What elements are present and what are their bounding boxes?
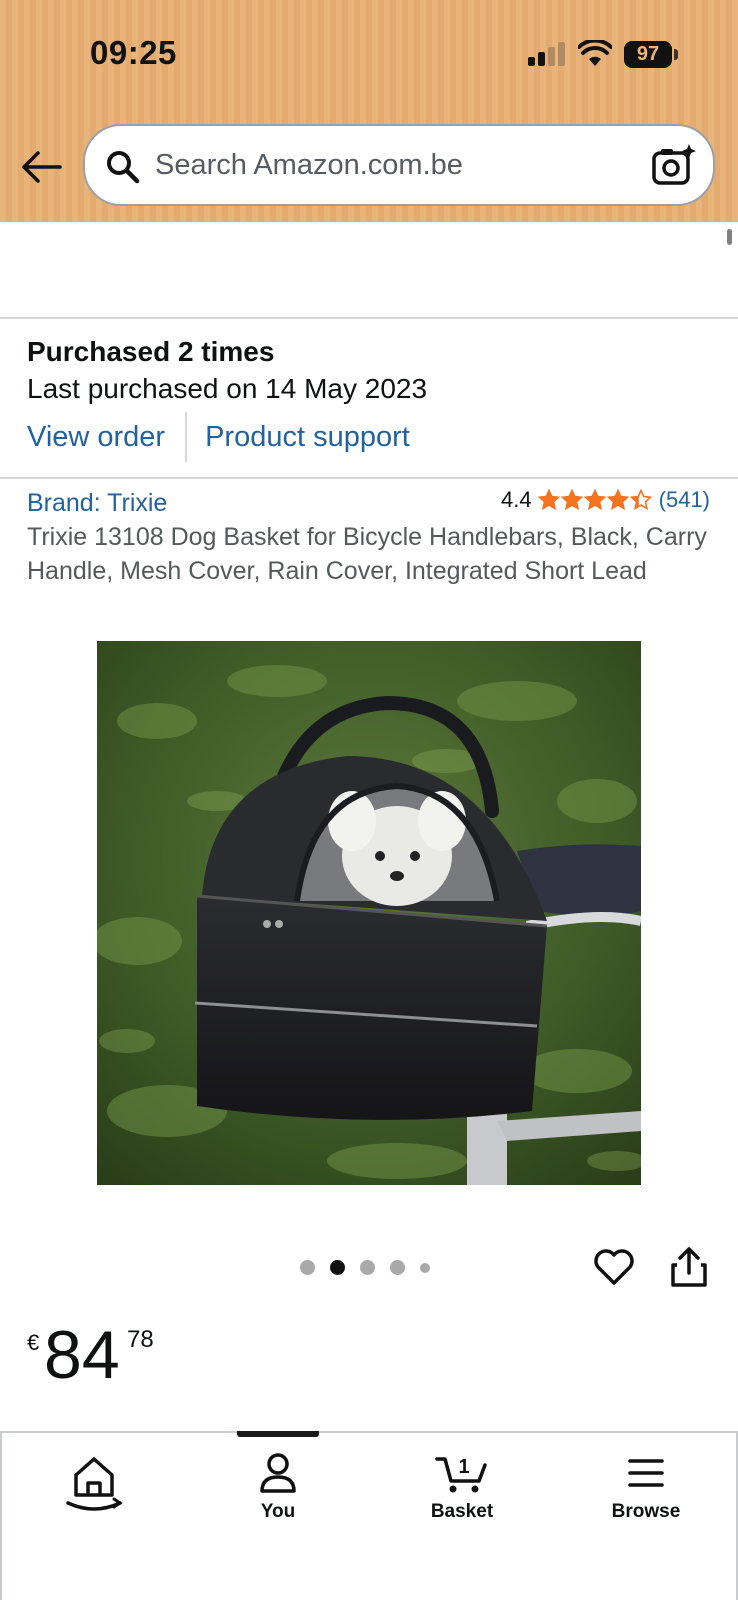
cellular-signal-icon <box>528 42 566 66</box>
purchase-links: View order Product support <box>27 412 410 462</box>
product-title: Trixie 13108 Dog Basket for Bicycle Hand… <box>27 523 707 585</box>
home-icon <box>66 1457 123 1511</box>
star-full-icon <box>583 489 606 511</box>
last-purchased-date: Last purchased on 14 May 2023 <box>27 373 428 404</box>
status-time: 09:25 <box>90 34 177 71</box>
product-support-link[interactable]: Product support <box>205 421 410 454</box>
wifi-icon <box>578 40 612 66</box>
star-rating <box>537 489 653 511</box>
carousel-dot[interactable] <box>360 1260 375 1275</box>
carousel-dot[interactable] <box>330 1260 345 1275</box>
carousel-dot[interactable] <box>420 1262 430 1273</box>
cart-badge: 1 <box>458 1456 469 1478</box>
nav-you-label: You <box>260 1501 296 1522</box>
nav-browse[interactable]: Browse <box>554 1451 738 1551</box>
carousel-dot[interactable] <box>390 1260 405 1275</box>
divider <box>0 477 738 479</box>
nav-basket[interactable]: 1 Basket <box>370 1451 554 1551</box>
search-bar[interactable] <box>83 124 715 206</box>
menu-icon <box>628 1459 664 1487</box>
brand-link[interactable]: Brand: Trixie <box>27 489 167 518</box>
nav-you[interactable]: You <box>186 1451 370 1551</box>
star-full-icon <box>537 489 560 511</box>
header: 09:25 97 <box>0 0 738 222</box>
back-arrow-icon[interactable] <box>20 145 64 189</box>
rating-value: 4.4 <box>501 487 532 512</box>
star-full-icon <box>606 489 629 511</box>
cart-icon: 1 <box>435 1456 487 1493</box>
nav-home[interactable] <box>2 1451 186 1551</box>
active-tab-indicator <box>237 1431 319 1437</box>
search-input[interactable] <box>155 142 625 188</box>
bottom-navigation: You 1 Basket Browse <box>0 1431 738 1600</box>
scroll-indicator[interactable] <box>727 229 732 245</box>
rating-summary[interactable]: 4.4 (541) <box>501 487 710 513</box>
star-half-icon <box>629 489 652 511</box>
product-image[interactable] <box>97 641 641 1185</box>
search-icon <box>107 151 140 184</box>
image-carousel-dots[interactable] <box>300 1260 445 1275</box>
share-icon[interactable] <box>669 1245 709 1289</box>
dog-basket-image <box>97 641 641 1185</box>
star-full-icon <box>560 489 583 511</box>
rating-count[interactable]: (541) <box>659 487 710 513</box>
price-whole: 84 <box>44 1317 120 1393</box>
battery-indicator: 97 <box>624 41 672 68</box>
nav-basket-label: Basket <box>430 1501 494 1522</box>
battery-tip <box>674 49 678 60</box>
nav-browse-label: Browse <box>611 1501 681 1522</box>
price-currency: € <box>27 1330 40 1355</box>
camera-search-icon[interactable] <box>651 142 697 188</box>
divider <box>0 317 738 319</box>
carousel-dot[interactable] <box>300 1260 315 1275</box>
link-separator <box>185 412 188 462</box>
purchase-count: Purchased 2 times <box>27 336 275 367</box>
heart-icon[interactable] <box>592 1245 636 1289</box>
price-fraction: 78 <box>127 1326 154 1353</box>
person-icon <box>260 1453 296 1493</box>
view-order-link[interactable]: View order <box>27 421 165 454</box>
